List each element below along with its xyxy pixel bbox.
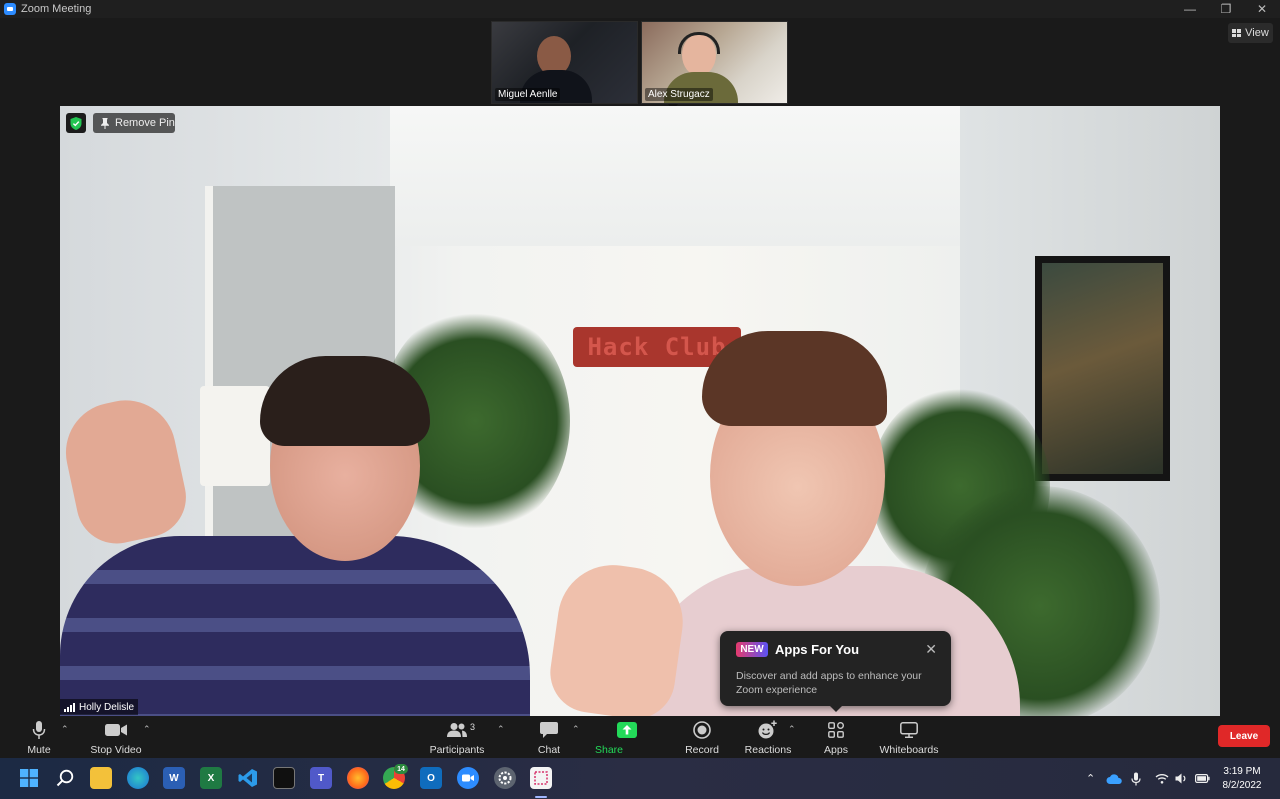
outlook-icon[interactable]: O [420, 767, 442, 789]
camera-icon [105, 720, 127, 740]
chevron-up-icon[interactable]: ⌃ [497, 724, 505, 735]
excel-icon[interactable]: X [200, 767, 222, 789]
video-hand [545, 558, 690, 716]
stop-video-label: Stop Video [90, 744, 142, 756]
meeting-toolbar: Mute ⌃ Stop Video ⌃ Participants ⌃ Chat … [0, 716, 1280, 768]
video-lamp [200, 386, 270, 486]
search-icon[interactable] [54, 767, 76, 789]
edge-icon[interactable] [127, 767, 149, 789]
teams-icon[interactable]: T [310, 767, 332, 789]
windows-start-icon[interactable] [18, 767, 40, 789]
onedrive-icon[interactable] [1106, 758, 1122, 799]
reactions-button[interactable]: Reactions [745, 720, 791, 756]
main-video[interactable]: Hack Club [60, 106, 1220, 716]
remove-pin-label: Remove Pin [115, 117, 175, 129]
share-screen-icon [617, 720, 637, 740]
terminal-icon[interactable] [273, 767, 295, 789]
reactions-label: Reactions [744, 744, 792, 756]
window-controls: — ❐ ✕ [1172, 0, 1280, 18]
chat-icon [540, 720, 558, 740]
whiteboards-label: Whiteboards [879, 744, 939, 756]
chat-label: Chat [537, 744, 561, 756]
grid-icon [1232, 29, 1242, 37]
microphone-icon[interactable] [1131, 758, 1141, 799]
settings-icon[interactable] [494, 767, 516, 789]
record-label: Record [685, 744, 719, 756]
apps-button[interactable]: Apps [822, 720, 850, 756]
chevron-up-icon[interactable]: ⌃ [1086, 758, 1095, 799]
file-explorer-icon[interactable] [90, 767, 112, 789]
minimize-icon[interactable]: — [1172, 0, 1208, 18]
popover-title: Apps For You [775, 642, 860, 657]
word-icon[interactable]: W [163, 767, 185, 789]
mute-button[interactable]: Mute [24, 720, 54, 756]
speaker-name: Holly Delisle [79, 701, 135, 713]
window-title: Zoom Meeting [21, 3, 92, 15]
headphones-shape [678, 32, 720, 54]
wifi-icon[interactable] [1155, 758, 1169, 799]
participant-thumbnail[interactable]: Alex Strugacz [641, 21, 788, 104]
microphone-icon [32, 720, 46, 740]
participants-icon [446, 720, 468, 740]
participant-name: Alex Strugacz [645, 88, 713, 101]
close-icon[interactable]: ✕ [1244, 0, 1280, 18]
video-person-hair [260, 356, 430, 446]
chrome-badge: 14 [394, 764, 408, 774]
clock-time: 3:19 PM [1223, 766, 1261, 777]
video-person-shirt [60, 536, 530, 716]
chevron-up-icon[interactable]: ⌃ [572, 724, 580, 735]
participants-label: Participants [429, 744, 485, 756]
whiteboards-button[interactable]: Whiteboards [878, 720, 940, 756]
participant-name: Miguel Aenlle [495, 88, 561, 101]
apps-popover: NEW Apps For You ✕ Discover and add apps… [720, 631, 951, 712]
remove-pin-button[interactable]: Remove Pin [93, 113, 175, 133]
snipping-tool-icon[interactable] [530, 767, 552, 789]
shield-icon[interactable] [66, 113, 86, 133]
leave-button[interactable]: Leave [1218, 725, 1270, 747]
title-bar: Zoom Meeting — ❐ ✕ [0, 0, 1280, 18]
view-button[interactable]: View [1228, 23, 1273, 43]
system-clock[interactable]: 3:19 PM 8/2/2022 [1218, 765, 1266, 793]
participant-thumbnail[interactable]: Miguel Aenlle [491, 21, 638, 104]
vscode-icon[interactable] [237, 767, 259, 789]
chevron-up-icon[interactable]: ⌃ [61, 724, 69, 735]
video-painting [1035, 256, 1170, 481]
apps-icon [828, 720, 844, 740]
volume-icon[interactable] [1175, 758, 1188, 799]
close-icon[interactable]: ✕ [925, 641, 937, 658]
signal-icon [64, 702, 75, 712]
active-app-indicator [535, 796, 547, 798]
battery-icon[interactable] [1195, 758, 1210, 799]
zoom-icon[interactable] [457, 767, 479, 789]
video-person-hair [702, 331, 887, 426]
stop-video-button[interactable]: Stop Video [88, 720, 144, 756]
view-button-label: View [1245, 27, 1269, 39]
emoji-icon [758, 720, 778, 740]
record-icon [693, 720, 711, 740]
chevron-up-icon[interactable]: ⌃ [788, 724, 796, 735]
apps-label: Apps [824, 744, 848, 756]
popover-body: Discover and add apps to enhance your Zo… [736, 670, 922, 696]
whiteboard-icon [900, 720, 918, 740]
chat-button[interactable]: Chat [535, 720, 563, 756]
record-button[interactable]: Record [683, 720, 721, 756]
zoom-window: Zoom Meeting — ❐ ✕ View Miguel Aenlle Al… [0, 0, 1280, 799]
clock-date: 8/2/2022 [1222, 780, 1262, 791]
restore-icon[interactable]: ❐ [1208, 0, 1244, 18]
pin-icon [101, 117, 109, 129]
chevron-up-icon[interactable]: ⌃ [143, 724, 151, 735]
zoom-app-icon [4, 3, 16, 15]
speaker-name-tag: Holly Delisle [60, 699, 139, 715]
mute-label: Mute [27, 744, 51, 756]
participants-button[interactable]: Participants [428, 720, 486, 756]
firefox-icon[interactable] [347, 767, 369, 789]
participants-count: 3 [470, 722, 476, 732]
windows-taskbar: W X T 14 O ⌃ 3:19 PM 8/2/2022 [0, 758, 1280, 799]
new-badge: NEW [736, 642, 768, 657]
